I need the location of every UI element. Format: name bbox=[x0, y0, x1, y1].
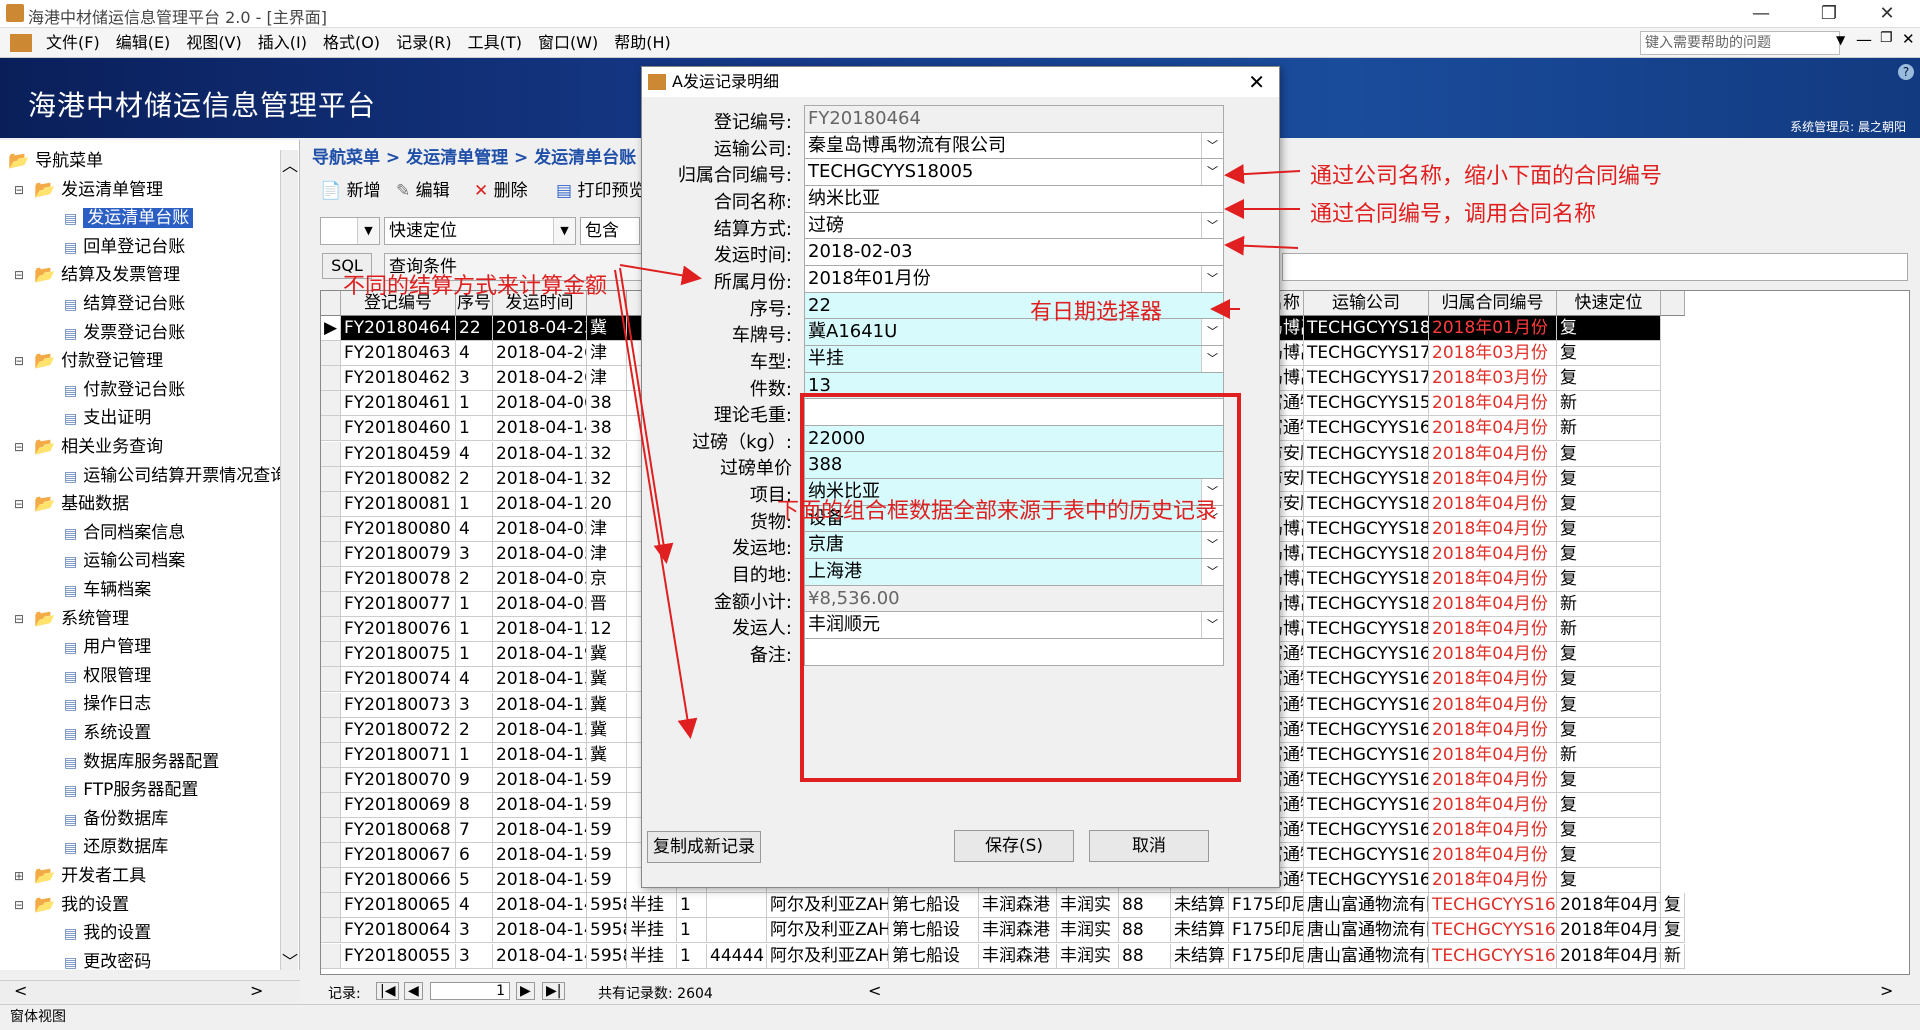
arrow-settle-2 bbox=[619, 267, 674, 564]
arrow-settle-1 bbox=[619, 264, 702, 286]
arrow-name bbox=[1224, 235, 1299, 256]
arrow-settle-3 bbox=[614, 269, 698, 739]
annotation-arrows bbox=[614, 164, 1301, 739]
arrow-company bbox=[1224, 164, 1301, 185]
